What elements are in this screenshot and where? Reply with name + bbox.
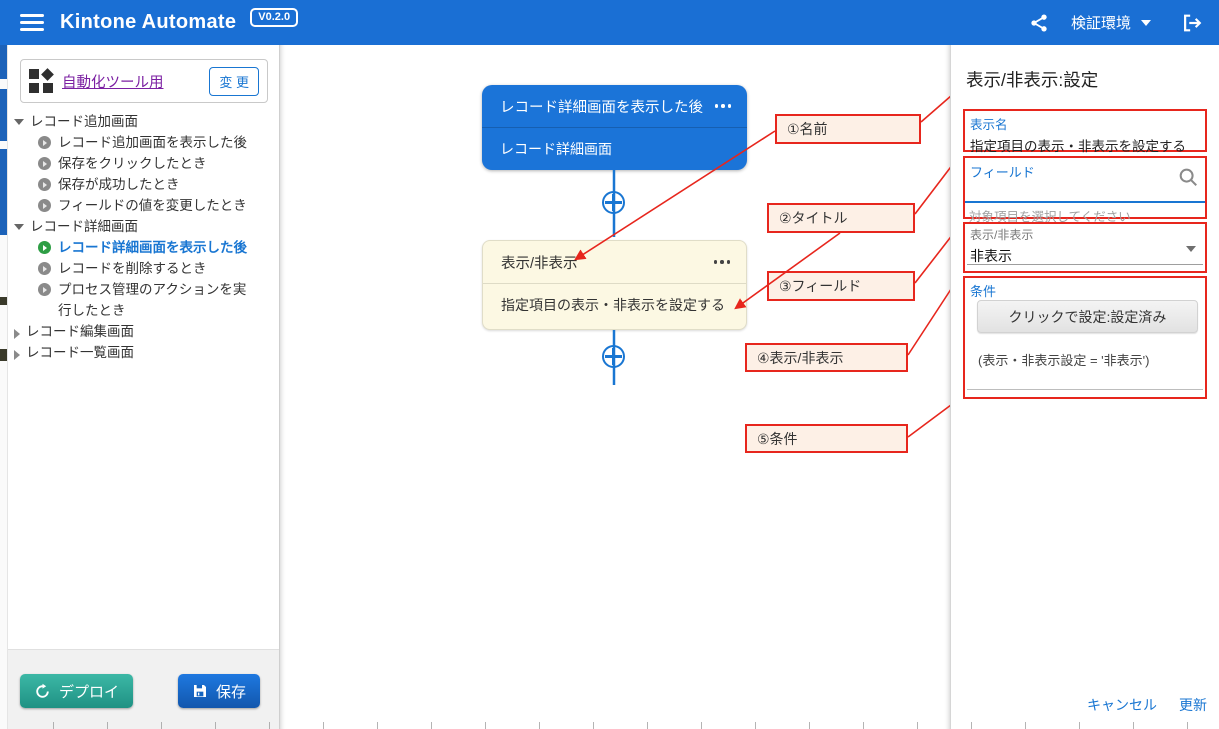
add-step-icon[interactable] [602,345,625,368]
app-icon [29,69,53,93]
chevron-down-icon [1141,20,1151,26]
search-icon[interactable] [1177,166,1199,188]
field-search-input[interactable] [970,178,1170,193]
event-icon [38,283,51,296]
tree-item-active[interactable]: レコード詳細画面を表示した後 [8,237,280,258]
trigger-node-title: レコード詳細画面を表示した後 [500,96,703,117]
version-badge: V0.2.0 [250,8,298,27]
action-node-title: 表示/非表示 [501,252,578,273]
event-icon-active [38,241,51,254]
expand-arrow-icon [14,329,20,339]
visibility-select[interactable]: 非表示 [970,246,1200,266]
tree-item[interactable]: フィールドの値を変更したとき [8,195,280,216]
scroll-marker-strip[interactable] [0,45,8,729]
event-icon [38,199,51,212]
environment-selector[interactable]: 検証環境 [1071,12,1151,33]
tree-item[interactable]: レコード追加画面を表示した後 [8,132,280,153]
tree-group-record-add[interactable]: レコード追加画面 [8,111,280,132]
condition-field-outline: 条件 クリックで設定:設定済み (表示・非表示設定 = '非表示') [963,276,1207,399]
menu-icon[interactable] [20,14,44,31]
app-selector-box: 自動化ツール用 変 更 [20,59,268,103]
annotation-field: ③フィールド [767,271,915,301]
collapse-arrow-icon [14,119,24,125]
annotation-name: ①名前 [775,114,921,144]
app-header: Kintone Automate V0.2.0 検証環境 [0,0,1219,45]
focused-underline [965,201,1205,203]
cancel-link[interactable]: キャンセル [1087,695,1157,715]
panel-title: 表示/非表示:設定 [966,67,1098,92]
more-options-icon[interactable] [712,256,733,268]
tree-group-record-list[interactable]: レコード一覧画面 [8,342,280,363]
visibility-select-outline: 表示/非表示 非表示 [963,222,1207,273]
tree-item[interactable]: 保存をクリックしたとき [8,153,280,174]
sidebar-footer: デプロイ 保存 [8,649,279,729]
expand-arrow-icon [14,350,20,360]
visibility-label: 表示/非表示 [970,226,1200,243]
tree-group-record-detail[interactable]: レコード詳細画面 [8,216,280,237]
app-title: Kintone Automate [60,11,236,34]
tree-item[interactable]: レコードを削除するとき [8,258,280,279]
event-icon [38,262,51,275]
tree-item[interactable]: 保存が成功したとき [8,174,280,195]
display-name-value[interactable]: 指定項目の表示・非表示を設定する [970,135,1200,155]
annotation-condition: ⑤条件 [745,424,908,453]
event-icon [38,178,51,191]
add-step-icon[interactable] [602,191,625,214]
settings-panel: 表示/非表示:設定 表示名 指定項目の表示・非表示を設定する フィールド 対象項… [950,45,1219,729]
tree-item[interactable]: プロセス管理のアクションを実行したとき [8,279,280,321]
condition-underline [967,389,1203,390]
event-icon [38,157,51,170]
change-app-button[interactable]: 変 更 [209,67,259,96]
condition-expression: (表示・非表示設定 = '非表示') [978,350,1149,369]
collapse-arrow-icon [14,224,24,230]
field-select-outline: フィールド 対象項目を選択してください [963,156,1207,219]
condition-setup-button[interactable]: クリックで設定:設定済み [977,300,1198,333]
select-underline [967,264,1203,265]
save-icon [192,683,208,699]
share-icon[interactable] [1029,13,1049,33]
sync-icon [34,683,51,700]
deploy-button[interactable]: デプロイ [20,674,133,708]
display-name-label: 表示名 [970,114,1200,133]
save-button[interactable]: 保存 [178,674,260,708]
action-node[interactable]: 表示/非表示 指定項目の表示・非表示を設定する [482,240,747,330]
condition-label: 条件 [970,281,996,300]
dropdown-caret-icon[interactable] [1186,246,1196,252]
trigger-node-subtitle: レコード詳細画面 [500,139,612,159]
display-name-field-outline: 表示名 指定項目の表示・非表示を設定する [963,109,1207,152]
annotation-title: ②タイトル [767,203,915,233]
annotation-visibility: ④表示/非表示 [745,343,908,372]
flow-canvas[interactable]: レコード詳細画面を表示した後 レコード詳細画面 表示/非表示 指定項目の表示・非… [280,45,950,729]
action-node-subtitle: 指定項目の表示・非表示を設定する [501,295,725,315]
sidebar: 自動化ツール用 変 更 レコード追加画面 レコード追加画面を表示した後 保存をク… [8,45,280,729]
trigger-node[interactable]: レコード詳細画面を表示した後 レコード詳細画面 [482,85,747,170]
environment-label: 検証環境 [1071,12,1131,33]
update-link[interactable]: 更新 [1179,695,1207,715]
tree-group-record-edit[interactable]: レコード編集画面 [8,321,280,342]
app-name-link[interactable]: 自動化ツール用 [62,71,164,92]
logout-icon[interactable] [1181,12,1203,34]
event-tree: レコード追加画面 レコード追加画面を表示した後 保存をクリックしたとき 保存が成… [8,111,280,363]
event-icon [38,136,51,149]
more-options-icon[interactable] [713,100,734,112]
